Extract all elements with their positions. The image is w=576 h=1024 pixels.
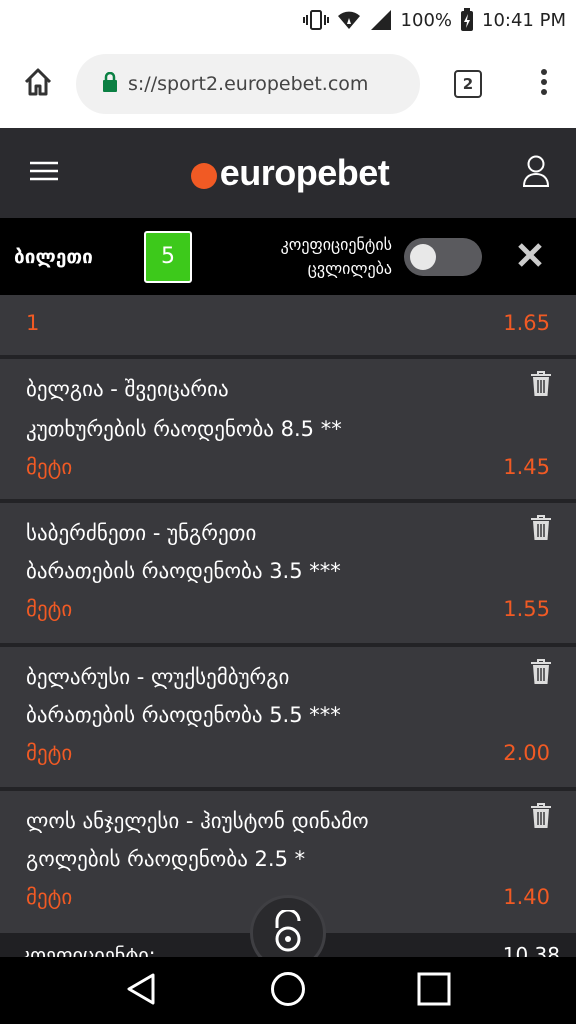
unlock-icon — [269, 908, 307, 956]
bet-odds[interactable]: 1.65 — [503, 311, 550, 335]
bet-match: ბელგია - შვეიცარია — [26, 377, 229, 401]
bet-card: ბელგია - შვეიცარია კუთხურების რაოდენობა … — [0, 359, 576, 499]
bet-pick: მეტი — [26, 741, 73, 765]
bet-card: 1 1.65 — [0, 295, 576, 355]
url-text: s://sport2.europebet.com — [128, 73, 368, 95]
bet-market: ბარათების რაოდენობა 3.5 *** — [26, 559, 341, 583]
hamburger-menu-icon[interactable] — [30, 161, 58, 185]
close-icon — [517, 242, 543, 272]
bet-match: ბელარუსი - ლუქსემბურგი — [26, 665, 290, 689]
browser-toolbar: s://sport2.europebet.com 2 — [0, 40, 576, 128]
total-odds-value: 10.38 — [502, 943, 560, 957]
trash-icon[interactable] — [530, 659, 552, 685]
bet-odds[interactable]: 1.55 — [503, 597, 550, 621]
close-betslip-button[interactable] — [512, 239, 548, 275]
bet-card: საბერძნეთი - უნგრეთი ბარათების რაოდენობა… — [0, 503, 576, 643]
home-circle-icon[interactable] — [270, 971, 306, 1011]
betslip-bar: ბილეთი 5 კოეფიციენტის ცვლილება — [0, 218, 576, 295]
odds-change-line2: ცვლილება — [307, 258, 392, 278]
battery-charging-icon — [460, 8, 474, 32]
logo-text: europebet — [219, 152, 390, 193]
odds-change-label: კოეფიციენტის ცვლილება — [272, 233, 392, 281]
betslip-count-badge: 5 — [144, 230, 192, 283]
bet-pick: მეტი — [26, 455, 73, 479]
tab-count: 2 — [454, 70, 482, 98]
bet-match: ლოს ანჯელესი - ჰიუსტონ დინამო — [26, 809, 369, 833]
home-button[interactable] — [0, 40, 76, 128]
user-profile-icon[interactable] — [522, 154, 550, 192]
betslip-title: ბილეთი — [14, 245, 93, 268]
bet-pick: მეტი — [26, 885, 73, 909]
odds-change-toggle[interactable] — [404, 237, 482, 276]
bet-pick: 1 — [26, 311, 40, 335]
clock: 10:41 PM — [482, 9, 566, 31]
battery-percent: 100% — [400, 9, 453, 31]
toggle-knob — [410, 243, 436, 270]
total-odds-label: კოეფიციენტი: — [20, 943, 156, 957]
bet-market: გოლების რაოდენობა 2.5 * — [26, 847, 306, 871]
url-prefix: s:// — [128, 73, 158, 95]
more-vert-icon — [540, 68, 548, 100]
url-bar[interactable]: s://sport2.europebet.com — [76, 54, 420, 114]
browser-menu-button[interactable] — [516, 40, 572, 128]
bet-odds[interactable]: 2.00 — [503, 741, 550, 765]
bet-odds[interactable]: 1.45 — [503, 455, 550, 479]
bet-market: კუთხურების რაოდენობა 8.5 ** — [26, 417, 342, 441]
bet-pick: მეტი — [26, 597, 73, 621]
logo-dot — [190, 163, 217, 189]
site-header: europebet — [0, 128, 576, 218]
url-host: sport2.europebet.com — [157, 73, 369, 95]
bet-list: 1 1.65 ბელგია - შვეიცარია კუთხურების რაო… — [0, 295, 576, 957]
trash-icon[interactable] — [530, 371, 552, 397]
back-icon[interactable] — [125, 972, 159, 1010]
bet-market: ბარათების რაოდენობა 5.5 *** — [26, 703, 341, 727]
bet-match: საბერძნეთი - უნგრეთი — [26, 521, 257, 545]
bet-odds[interactable]: 1.40 — [503, 885, 550, 909]
wifi-icon — [337, 10, 361, 30]
bet-card: ბელარუსი - ლუქსემბურგი ბარათების რაოდენო… — [0, 647, 576, 787]
recents-icon[interactable] — [417, 972, 451, 1010]
trash-icon[interactable] — [530, 515, 552, 541]
signal-icon — [369, 10, 393, 30]
odds-change-line1: კოეფიციენტის — [280, 234, 392, 254]
trash-icon[interactable] — [530, 803, 552, 829]
home-icon — [23, 67, 53, 101]
tabs-button[interactable]: 2 — [420, 40, 516, 128]
android-nav-bar — [0, 957, 576, 1024]
vibrate-icon — [302, 9, 329, 31]
status-bar: 100% 10:41 PM — [0, 0, 576, 40]
lock-icon — [102, 71, 118, 96]
europebet-logo[interactable]: europebet — [190, 152, 390, 194]
